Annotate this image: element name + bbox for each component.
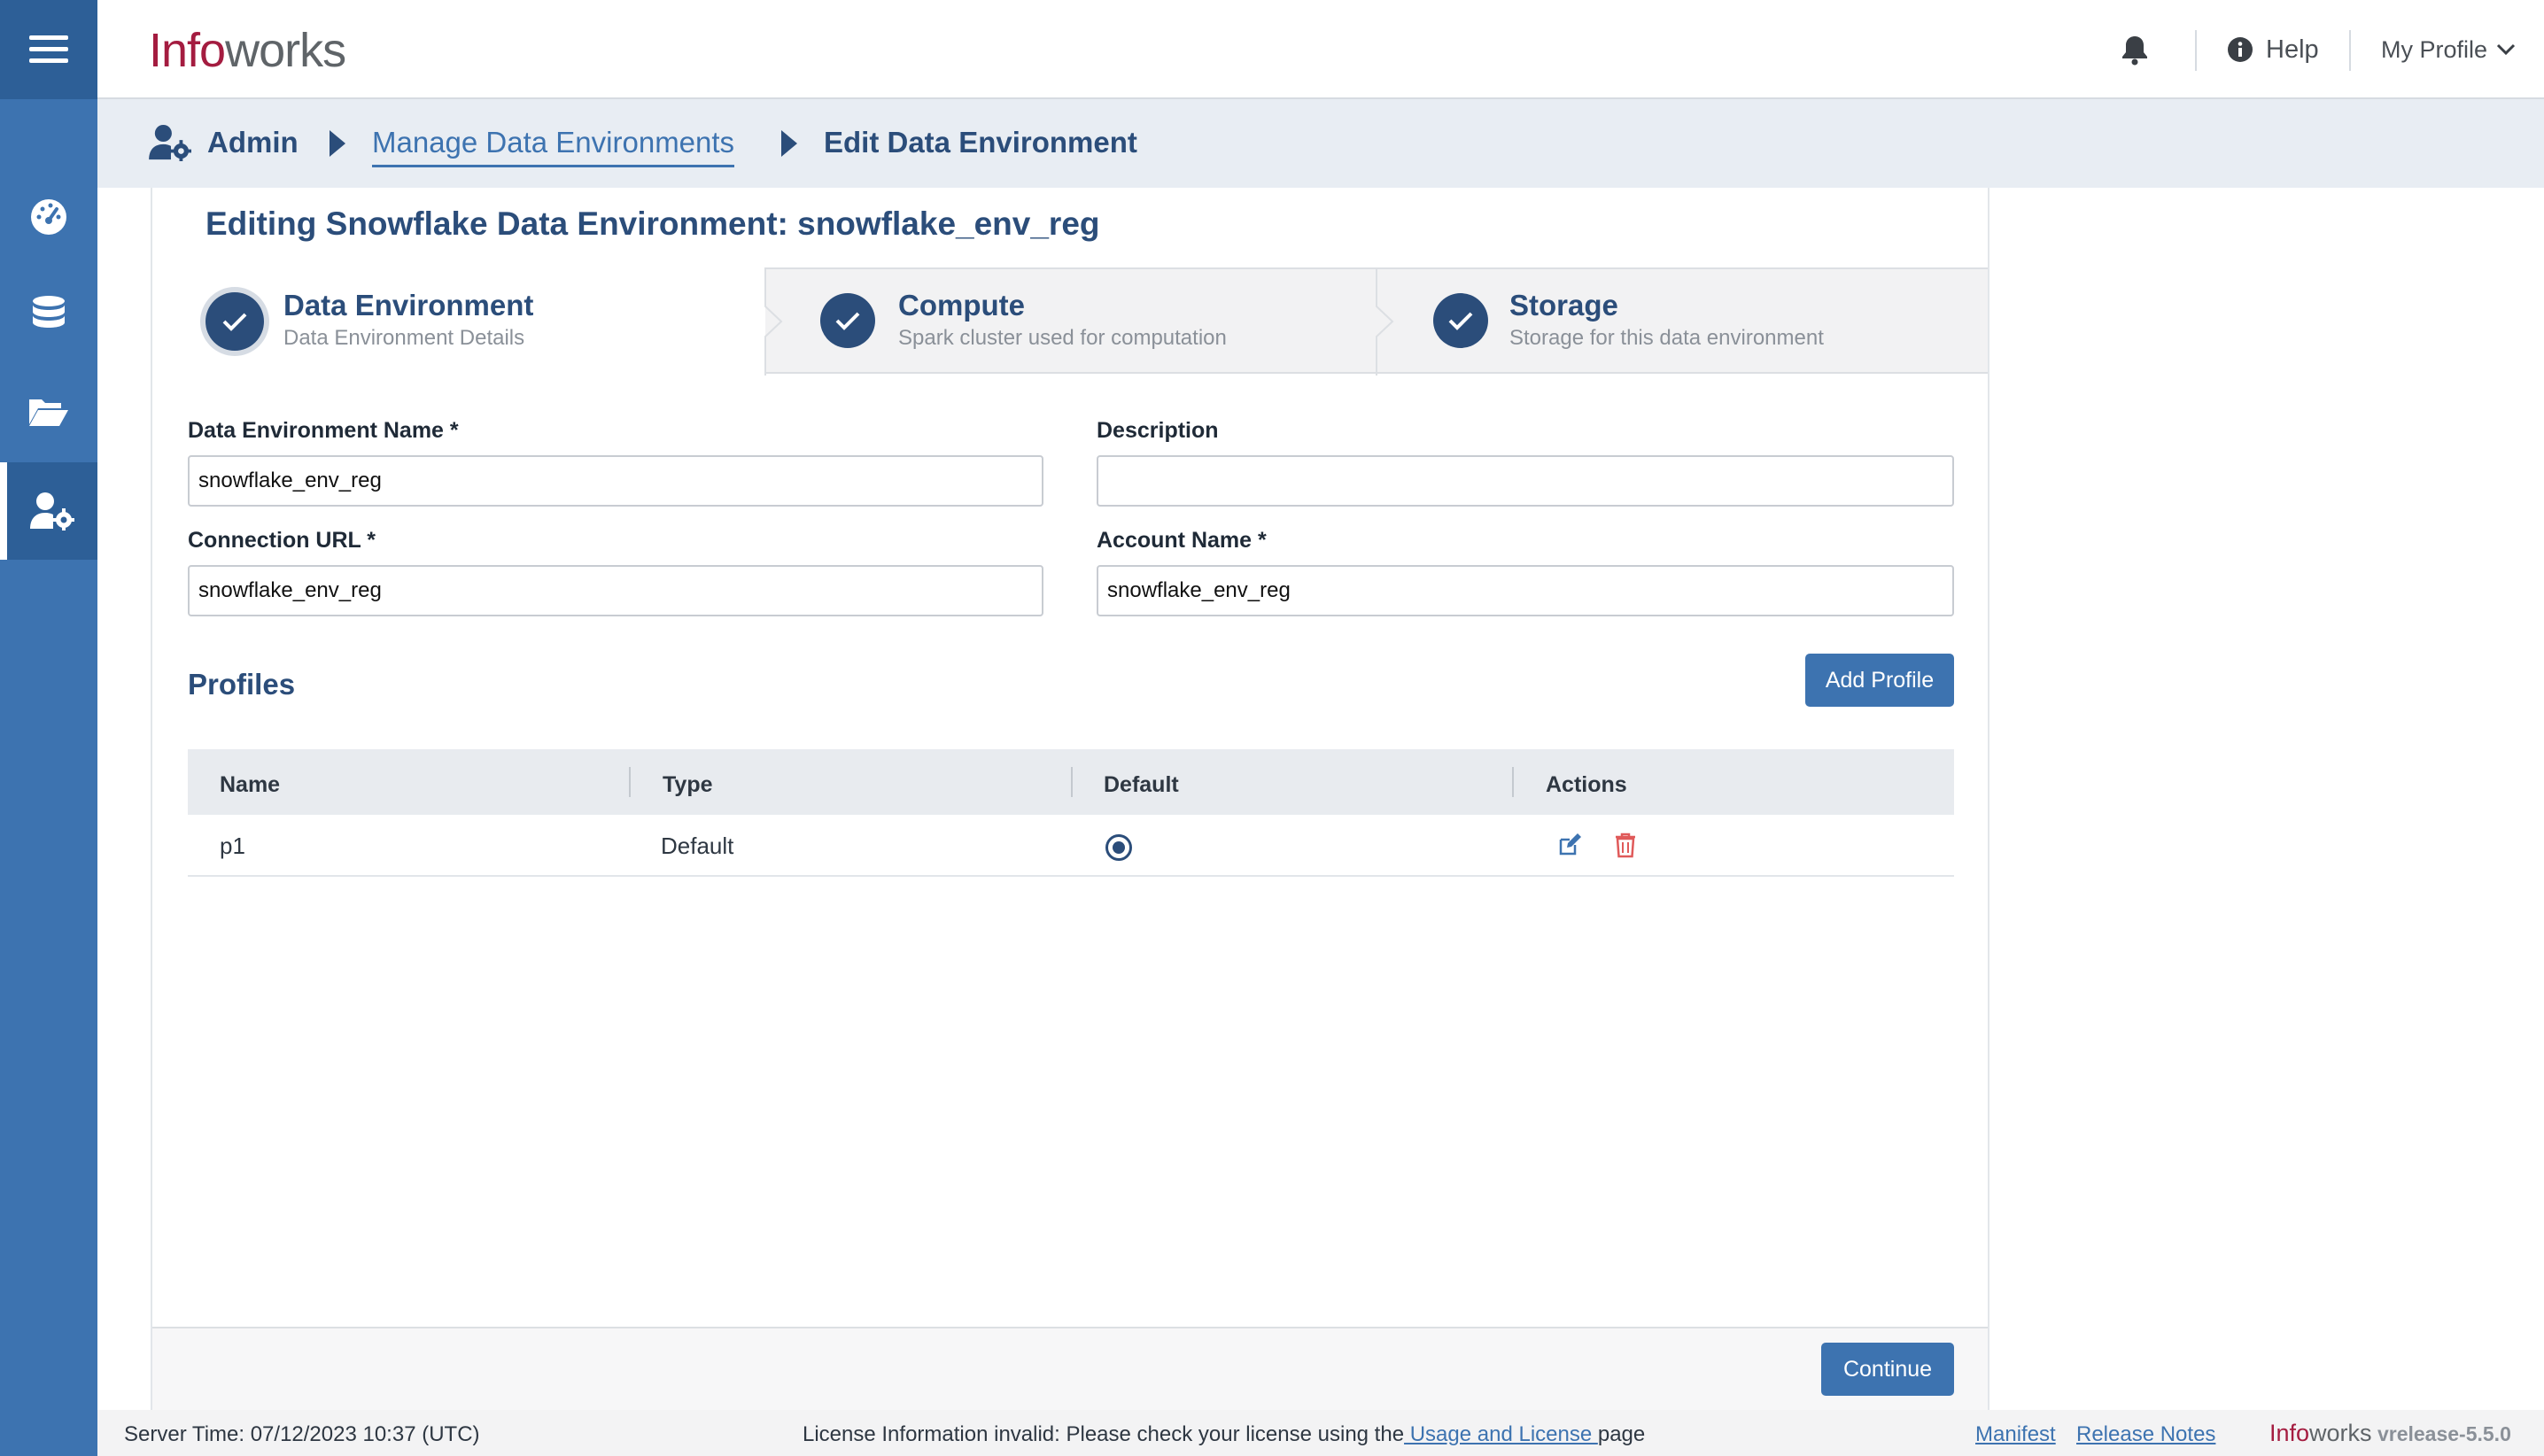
account-name-input[interactable]	[1097, 565, 1954, 616]
footer-brand: Infoworks vrelease-5.5.0	[2269, 1420, 2511, 1447]
step-subtitle: Storage for this data environment	[1509, 326, 1824, 350]
profile-type-cell: Default	[661, 833, 734, 859]
manifest-link[interactable]: Manifest	[1975, 1422, 2056, 1447]
breadcrumb-current: Edit Data Environment	[824, 126, 1137, 159]
breadcrumb-admin[interactable]: Admin	[207, 126, 299, 159]
step-check-icon	[206, 292, 264, 351]
breadcrumb-separator-icon	[781, 130, 797, 157]
my-profile-dropdown[interactable]: My Profile	[2381, 30, 2516, 69]
add-profile-button[interactable]: Add Profile	[1805, 654, 1954, 707]
infoworks-logo[interactable]: Infoworks	[149, 23, 346, 78]
step-check-icon	[1433, 293, 1488, 348]
database-icon[interactable]	[0, 266, 97, 363]
usage-and-license-link[interactable]: Usage and License	[1404, 1422, 1598, 1446]
step-title: Compute	[898, 289, 1025, 321]
step-subtitle: Data Environment Details	[283, 326, 525, 350]
server-time: Server Time: 07/12/2023 10:37 (UTC)	[124, 1422, 480, 1446]
env-name-label: Data Environment Name *	[188, 418, 459, 443]
row-divider	[188, 875, 1954, 877]
license-text: License Information invalid: Please chec…	[803, 1422, 1405, 1446]
delete-icon[interactable]	[1614, 832, 1637, 863]
top-bar	[97, 0, 2544, 99]
description-label: Description	[1097, 418, 1219, 443]
admin-user-gear-icon[interactable]	[0, 462, 97, 560]
edit-icon[interactable]	[1557, 833, 1582, 862]
admin-user-gear-icon	[149, 124, 192, 166]
connection-url-input[interactable]	[188, 565, 1043, 616]
menu-icon[interactable]	[0, 0, 97, 99]
profile-label: My Profile	[2381, 35, 2488, 63]
step-compute[interactable]	[788, 267, 1375, 374]
brand-part2: works	[2309, 1420, 2372, 1446]
table-row	[188, 815, 1954, 875]
step-divider-icon	[1376, 267, 1394, 376]
help-label: Help	[2266, 35, 2319, 64]
column-header-type[interactable]: Type	[663, 772, 713, 798]
brand-part1: Info	[2269, 1420, 2310, 1446]
notification-bell-icon[interactable]	[2119, 34, 2151, 66]
column-header-name[interactable]: Name	[220, 772, 280, 798]
account-name-label: Account Name *	[1097, 528, 1267, 553]
license-text-suffix: page	[1597, 1422, 1646, 1446]
column-divider	[1071, 767, 1073, 797]
breadcrumb-separator-icon	[330, 130, 345, 157]
dashboard-icon[interactable]	[0, 168, 97, 266]
column-divider	[1512, 767, 1514, 797]
env-name-input[interactable]	[188, 455, 1043, 507]
version-text: vrelease-5.5.0	[2377, 1422, 2511, 1445]
release-notes-link[interactable]: Release Notes	[2076, 1422, 2215, 1447]
step-divider-icon	[764, 267, 783, 376]
column-divider	[629, 767, 631, 797]
card-footer	[152, 1327, 1988, 1410]
profiles-heading: Profiles	[188, 668, 296, 701]
version-label: vrelease-5.5.0	[2372, 1422, 2511, 1445]
folder-open-icon[interactable]	[0, 363, 97, 461]
step-title: Data Environment	[283, 289, 534, 321]
page-title: Editing Snowflake Data Environment: snow…	[206, 205, 1100, 242]
license-notice: License Information invalid: Please chec…	[803, 1422, 1645, 1447]
description-input[interactable]	[1097, 455, 1954, 507]
divider	[2349, 30, 2351, 71]
default-profile-radio[interactable]	[1105, 834, 1132, 861]
profile-name-cell: p1	[220, 833, 245, 859]
column-header-default[interactable]: Default	[1104, 772, 1179, 798]
chevron-down-icon	[2496, 43, 2516, 56]
help-button[interactable]: Help	[2227, 30, 2319, 69]
column-header-actions: Actions	[1546, 772, 1627, 797]
step-subtitle: Spark cluster used for computation	[898, 326, 1227, 350]
info-icon	[2228, 37, 2253, 62]
continue-button[interactable]: Continue	[1821, 1343, 1954, 1396]
divider	[2195, 30, 2197, 71]
step-title: Storage	[1509, 289, 1618, 321]
step-check-icon	[820, 293, 875, 348]
connection-url-label: Connection URL *	[188, 528, 376, 553]
breadcrumb-manage-data-environments[interactable]: Manage Data Environments	[372, 126, 735, 167]
